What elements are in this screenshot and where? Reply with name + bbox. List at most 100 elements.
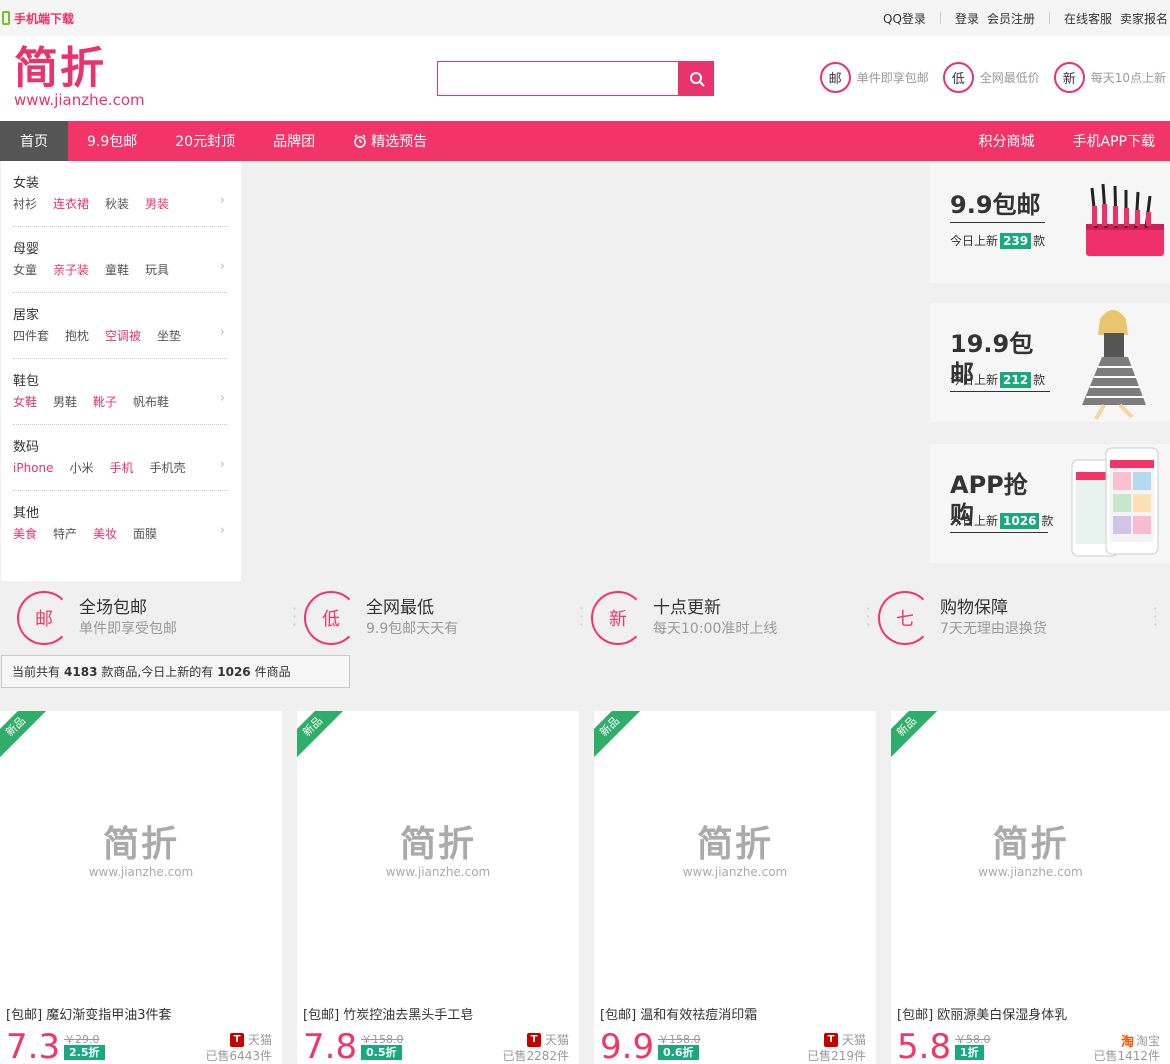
category-title[interactable]: 其他 [13, 505, 227, 523]
nav-brand-group[interactable]: 品牌团 [254, 121, 334, 161]
category-item[interactable]: 数码 iPhone 小米 手机 手机壳 › [13, 425, 227, 491]
stats-prefix: 当前共有 [12, 665, 61, 679]
subcategory-link[interactable]: 连衣裙 [53, 195, 89, 213]
category-title[interactable]: 鞋包 [13, 373, 227, 391]
dots-icon: · · · [865, 599, 871, 634]
subcategory-link[interactable]: 美妆 [93, 525, 117, 543]
product-card[interactable]: 简折 www.jianzhe.com 新品 [包邮] 欧丽源美白保湿身体乳 5.… [891, 711, 1170, 1064]
feature-lowest-price: 低 全网最低 9.9包邮天天有 · · · [304, 591, 584, 645]
category-item[interactable]: 鞋包 女鞋 男鞋 靴子 帆布鞋 › [13, 359, 227, 425]
category-item[interactable]: 其他 美食 特产 美妆 面膜 › [13, 491, 227, 557]
search-input[interactable] [437, 61, 679, 96]
nav-app-download[interactable]: 手机APP下载 [1054, 121, 1170, 161]
header: 简折 www.jianzhe.com 邮 单件即享包邮 低 全网最低价 新 每天… [0, 36, 1170, 121]
subcategory-link[interactable]: iPhone [13, 459, 54, 477]
subcategory-link[interactable]: 手机 [110, 459, 134, 477]
category-item[interactable]: 女装 衬衫 连衣裙 秋装 男装 › [13, 161, 227, 227]
product-stats: 当前共有 4183 款商品,今日上新的有 1026 件商品 [1, 655, 350, 688]
logo-text: 简折 [14, 43, 106, 94]
login-link[interactable]: 登录 [947, 10, 987, 27]
divider [1048, 12, 1050, 24]
hero-banner[interactable] [241, 161, 930, 581]
subcategory-link[interactable]: 四件套 [13, 327, 49, 345]
subcategory-link[interactable]: 秋装 [105, 195, 129, 213]
sold-count: 已售219件 [807, 1049, 866, 1063]
product-card[interactable]: 简折 www.jianzhe.com 新品 [包邮] 竹炭控油去黑头手工皂 7.… [297, 711, 579, 1064]
product-image[interactable]: 简折 www.jianzhe.com [594, 711, 876, 993]
shop-source: T 天猫 [823, 1031, 866, 1048]
product-grid: 简折 www.jianzhe.com 新品 [包邮] 魔幻渐变指甲油3件套 7.… [0, 711, 1170, 1064]
product-card[interactable]: 简折 www.jianzhe.com 新品 [包邮] 魔幻渐变指甲油3件套 7.… [0, 711, 282, 1064]
subcategory-link[interactable]: 面膜 [133, 525, 157, 543]
nav-home[interactable]: 首页 [0, 121, 68, 161]
nav-points-mall[interactable]: 积分商城 [960, 121, 1054, 161]
site-logo[interactable]: 简折 www.jianzhe.com [14, 43, 145, 109]
feature-subtitle: 9.9包邮天天有 [366, 621, 459, 637]
subcategory-link[interactable]: 帆布鞋 [133, 393, 169, 411]
promo-19-9[interactable]: 19.9包邮 今日上新 212 款 [930, 303, 1170, 422]
watermark-logo: 简折 [399, 824, 476, 865]
category-title[interactable]: 女装 [13, 175, 227, 193]
shop-source: T 天猫 [229, 1031, 272, 1048]
feature-title: 购物保障 [940, 598, 1008, 618]
product-image[interactable]: 简折 www.jianzhe.com [297, 711, 579, 993]
nav-preview[interactable]: 精选预告 [334, 121, 446, 161]
subcategory-link[interactable]: 女鞋 [13, 393, 37, 411]
product-title[interactable]: [包邮] 竹炭控油去黑头手工皂 [303, 1004, 473, 1023]
category-title[interactable]: 母婴 [13, 241, 227, 259]
search-icon [689, 71, 705, 87]
subcategory-link[interactable]: 手机壳 [150, 459, 186, 477]
product-image[interactable]: 简折 www.jianzhe.com [891, 711, 1170, 993]
subcategory-link[interactable]: 靴子 [93, 393, 117, 411]
watermark-url: www.jianzhe.com [978, 865, 1083, 879]
product-price: 5.8 [897, 1027, 952, 1064]
product-card[interactable]: 简折 www.jianzhe.com 新品 [包邮] 温和有效祛痘消印霜 9.9… [594, 711, 876, 1064]
feature-ten-oclock: 新 十点更新 每天10:00准时上线 · · · [591, 591, 871, 645]
search-button[interactable] [679, 61, 714, 96]
product-image[interactable]: 简折 www.jianzhe.com [0, 711, 282, 993]
category-title[interactable]: 数码 [13, 439, 227, 457]
nav-9-9-free-shipping[interactable]: 9.9包邮 [68, 121, 156, 161]
chevron-right-icon: › [219, 523, 225, 538]
subcategory-link[interactable]: 抱枕 [65, 327, 89, 345]
subcategory-link[interactable]: 女童 [13, 261, 37, 279]
subcategory-link[interactable]: 小米 [70, 459, 94, 477]
product-title[interactable]: [包邮] 欧丽源美白保湿身体乳 [897, 1004, 1067, 1023]
promo-app[interactable]: APP抢购 今日上新 1026 款 [930, 444, 1170, 563]
subcategory-link[interactable]: 美食 [13, 525, 37, 543]
low-icon: 低 [942, 62, 974, 93]
tmall-icon: T [229, 1032, 244, 1047]
product-title[interactable]: [包邮] 魔幻渐变指甲油3件套 [6, 1004, 172, 1023]
stats-today: 1026 [217, 664, 251, 679]
feature-free-shipping: 邮 全场包邮 单件即享受包邮 · · · [17, 591, 297, 645]
subcategory-link[interactable]: 坐垫 [157, 327, 181, 345]
nav-20-cap[interactable]: 20元封顶 [156, 121, 254, 161]
product-price: 7.3 [6, 1027, 61, 1064]
subcategory-link[interactable]: 男装 [145, 195, 169, 213]
subcategory-link[interactable]: 男鞋 [53, 393, 77, 411]
promise-text: 全网最低价 [979, 71, 1040, 85]
register-link[interactable]: 会员注册 [987, 10, 1043, 27]
product-price: 7.8 [303, 1027, 358, 1064]
nav-preview-label: 精选预告 [371, 134, 428, 150]
subcategory-link[interactable]: 玩具 [145, 261, 169, 279]
mobile-download-link[interactable]: 手机端下载 [2, 10, 74, 27]
subcategory-link[interactable]: 空调被 [105, 327, 141, 345]
subcategory-link[interactable]: 亲子装 [53, 261, 89, 279]
promo-9-9[interactable]: 9.9包邮 今日上新 239 款 [930, 164, 1170, 283]
category-item[interactable]: 母婴 女童 亲子装 童鞋 玩具 › [13, 227, 227, 293]
tmall-icon: T [526, 1032, 541, 1047]
seller-signup-link[interactable]: 卖家报名 [1120, 10, 1170, 27]
qq-login-link[interactable]: QQ登录 [875, 10, 934, 27]
category-title[interactable]: 居家 [13, 307, 227, 325]
product-title[interactable]: [包邮] 温和有效祛痘消印霜 [600, 1004, 757, 1023]
category-item[interactable]: 居家 四件套 抱枕 空调被 坐垫 › [13, 293, 227, 359]
feature-strip: 邮 全场包邮 单件即享受包邮 · · · 低 全网最低 9.9包邮天天有 · · · 新… [0, 583, 1170, 653]
stats-total: 4183 [64, 664, 98, 679]
subcategory-link[interactable]: 特产 [53, 525, 77, 543]
subcategory-link[interactable]: 童鞋 [105, 261, 129, 279]
subcategory-link[interactable]: 衬衫 [13, 195, 37, 213]
online-service-link[interactable]: 在线客服 [1056, 10, 1120, 27]
chevron-right-icon: › [219, 325, 225, 340]
promo-subtitle: 今日上新 212 款 [950, 372, 1046, 388]
